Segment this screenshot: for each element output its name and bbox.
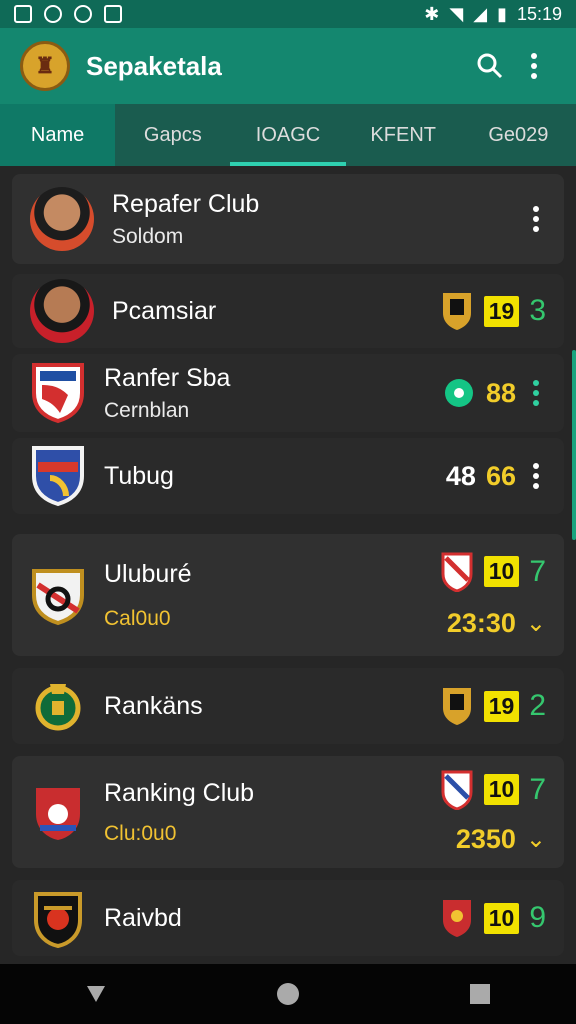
record-icon <box>44 5 62 23</box>
list-item[interactable]: Rankäns 19 2 <box>12 668 564 744</box>
notification-icons <box>14 5 122 23</box>
score-badge: 10 <box>483 774 520 805</box>
club-subtitle: Cernblan <box>104 398 190 422</box>
list-item[interactable]: Tubug 48 66 <box>12 438 564 514</box>
club-crest-icon <box>35 684 81 731</box>
tab-name[interactable]: Name <box>0 104 116 166</box>
app-icon <box>14 5 32 23</box>
system-navigation-bar <box>0 964 576 1024</box>
score-badge: 10 <box>483 902 520 934</box>
score: 88 <box>485 377 516 408</box>
message-icon <box>104 5 122 23</box>
score-badge: 19 <box>483 690 520 722</box>
home-icon[interactable] <box>261 972 315 1016</box>
app-logo: ♜ <box>20 41 70 91</box>
club-crest-icon <box>36 788 80 840</box>
tab-kfent[interactable]: KFENT <box>346 104 461 166</box>
more-vert-icon[interactable] <box>526 380 546 406</box>
search-icon[interactable] <box>468 44 512 88</box>
tab-ioagc[interactable]: IOAGC <box>230 104 346 166</box>
club-name: Ranfer Sba <box>104 363 231 392</box>
score: 66 <box>485 460 516 491</box>
match-time: 2350 <box>455 823 516 854</box>
club-name: Rankäns <box>104 691 203 720</box>
team-crest-icon <box>442 293 471 330</box>
player-avatar <box>30 279 94 343</box>
score: 2 <box>529 689 546 722</box>
match-time: 23:30 <box>446 607 516 638</box>
tab-bar: Name Gapcs IOAGC KFENT Ge029 <box>0 104 576 166</box>
club-name: Tubug <box>104 461 174 490</box>
list-item[interactable]: Raivbd 10 9 <box>12 880 564 956</box>
team-crest-icon <box>442 900 471 937</box>
club-subtitle: Soldom <box>112 224 184 248</box>
tab-gapcs[interactable]: Gapcs <box>115 104 230 166</box>
chevron-down-icon[interactable]: ⌄ <box>526 825 546 854</box>
club-name: Repafer Club <box>112 189 260 218</box>
list-item[interactable]: Repafer Club Soldom <box>12 174 564 264</box>
list-item[interactable]: Uluburé Cal0u0 10 7 23:30 ⌄ <box>12 534 564 656</box>
more-vert-icon[interactable] <box>512 44 556 88</box>
score: 7 <box>529 554 546 588</box>
score: 9 <box>529 901 546 934</box>
team-crest-icon <box>441 770 473 810</box>
club-name: Uluburé <box>104 559 192 588</box>
club-crest-icon <box>32 363 84 424</box>
back-icon[interactable] <box>69 972 123 1016</box>
club-crest-icon <box>32 569 84 626</box>
team-crest-icon <box>441 552 473 592</box>
scrollbar[interactable] <box>572 350 576 540</box>
list-item[interactable]: Ranfer Sba Cernblan 88 <box>12 354 564 432</box>
list-item[interactable]: Pcamsiar 19 3 <box>12 274 564 348</box>
score-badge: 10 <box>483 556 520 587</box>
more-vert-icon[interactable] <box>526 206 546 232</box>
wifi-icon: ◥ <box>449 3 464 24</box>
club-subtitle: Cal0u0 <box>104 606 171 630</box>
app-bar: ♜ Sepaketala <box>0 28 576 104</box>
settings-icon <box>74 5 92 23</box>
tab-ge029[interactable]: Ge029 <box>461 104 576 166</box>
ball-icon <box>444 379 473 407</box>
club-name: Ranking Club <box>104 778 255 807</box>
bluetooth-icon: ✱ <box>424 3 440 24</box>
club-list: Repafer Club Soldom Pcamsiar 19 3 Ranfer… <box>0 166 576 964</box>
status-right: ✱ ◥ ◢ ▮ 15:19 <box>424 4 562 25</box>
app-title: Sepaketala <box>86 50 222 81</box>
club-name: Raivbd <box>104 903 182 932</box>
status-bar: ✱ ◥ ◢ ▮ 15:19 <box>0 0 576 28</box>
club-name: Pcamsiar <box>112 296 217 325</box>
clock: 15:19 <box>516 3 562 24</box>
list-item[interactable]: Ranking Club Clu:0u0 10 7 2350 ⌄ <box>12 756 564 868</box>
team-crest-icon <box>442 688 471 725</box>
more-vert-icon[interactable] <box>526 463 546 489</box>
club-crest-icon <box>32 446 84 507</box>
battery-icon: ▮ <box>497 3 507 24</box>
signal-icon: ◢ <box>473 3 488 24</box>
club-crest-icon <box>34 892 82 949</box>
chevron-down-icon[interactable]: ⌄ <box>526 609 546 638</box>
score: 3 <box>529 294 546 327</box>
score-badge: 19 <box>483 295 520 327</box>
recent-apps-icon[interactable] <box>453 972 507 1016</box>
player-avatar <box>30 187 94 251</box>
score: 7 <box>529 772 546 806</box>
left-score: 48 <box>445 460 476 491</box>
club-subtitle: Clu:0u0 <box>104 821 177 845</box>
